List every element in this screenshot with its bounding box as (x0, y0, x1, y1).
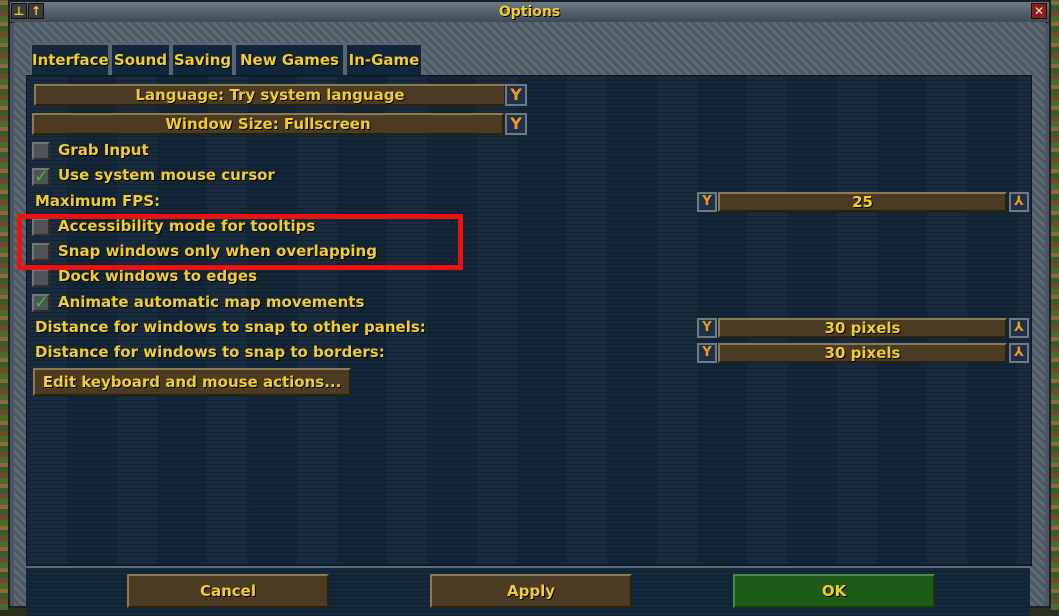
system-cursor-label: Use system mouse cursor (58, 166, 275, 184)
system-cursor-checkbox[interactable] (32, 166, 50, 187)
chevron-down-icon[interactable]: Y (697, 318, 717, 338)
chevron-down-icon[interactable]: Y (505, 113, 527, 135)
tab-sound[interactable]: Sound (110, 43, 171, 75)
chevron-up-icon[interactable]: ⅄ (1009, 343, 1029, 363)
chevron-up-icon[interactable]: ⅄ (1009, 192, 1029, 212)
cancel-label: Cancel (199, 582, 256, 600)
snap-panels-value: 30 pixels (824, 319, 901, 337)
edit-keyboard-label: Edit keyboard and mouse actions... (42, 373, 342, 391)
title-bar[interactable]: ⊥ ↑ Options ✕ (10, 2, 1049, 23)
snap-panels-label: Distance for windows to snap to other pa… (35, 318, 426, 336)
animate-map-checkbox[interactable] (32, 292, 50, 313)
cancel-button[interactable]: Cancel (127, 574, 329, 608)
grab-input-label: Grab Input (58, 141, 149, 159)
max-fps-slider[interactable]: 25 (718, 192, 1007, 212)
settings-panel: Language: Try system language Y Window S… (26, 75, 1032, 566)
language-dropdown[interactable]: Language: Try system language (34, 84, 506, 106)
dock-edges-checkbox[interactable] (32, 269, 50, 287)
tab-new-games[interactable]: New Games (234, 43, 345, 75)
chevron-down-icon[interactable]: Y (505, 84, 527, 106)
window-title: Options (498, 4, 561, 20)
snap-borders-slider[interactable]: 30 pixels (718, 343, 1007, 363)
options-window: ⊥ ↑ Options ✕ Interface Sound Saving New… (8, 0, 1051, 616)
language-label: Language: Try system language (135, 86, 405, 104)
window-size-dropdown[interactable]: Window Size: Fullscreen (32, 113, 504, 135)
chevron-up-icon[interactable]: ⅄ (1009, 318, 1029, 338)
window-size-label: Window Size: Fullscreen (165, 115, 371, 133)
animate-map-label: Animate automatic map movements (58, 293, 365, 311)
ok-label: OK (821, 582, 847, 600)
snap-borders-value: 30 pixels (824, 344, 901, 362)
edit-keyboard-button[interactable]: Edit keyboard and mouse actions... (33, 368, 351, 396)
tab-saving[interactable]: Saving (171, 43, 234, 75)
tab-in-game[interactable]: In-Game (345, 43, 423, 75)
window-frame: Interface Sound Saving New Games In-Game… (14, 22, 1045, 616)
game-map-right (1051, 0, 1059, 610)
close-icon[interactable]: ✕ (1031, 3, 1047, 19)
grab-input-checkbox[interactable] (32, 142, 50, 160)
game-map-left (0, 0, 8, 610)
max-fps-label: Maximum FPS: (35, 192, 161, 210)
ok-button[interactable]: OK (733, 574, 935, 608)
apply-label: Apply (506, 582, 555, 600)
chevron-down-icon[interactable]: Y (697, 343, 717, 363)
snap-borders-label: Distance for windows to snap to borders: (35, 343, 385, 361)
snap-panels-slider[interactable]: 30 pixels (718, 318, 1007, 338)
max-fps-value: 25 (852, 193, 873, 211)
apply-button[interactable]: Apply (430, 574, 632, 608)
highlight-box (17, 214, 463, 270)
button-bar: Cancel Apply OK (26, 566, 1030, 616)
chevron-down-icon[interactable]: Y (697, 192, 717, 212)
tab-interface[interactable]: Interface (30, 43, 110, 75)
